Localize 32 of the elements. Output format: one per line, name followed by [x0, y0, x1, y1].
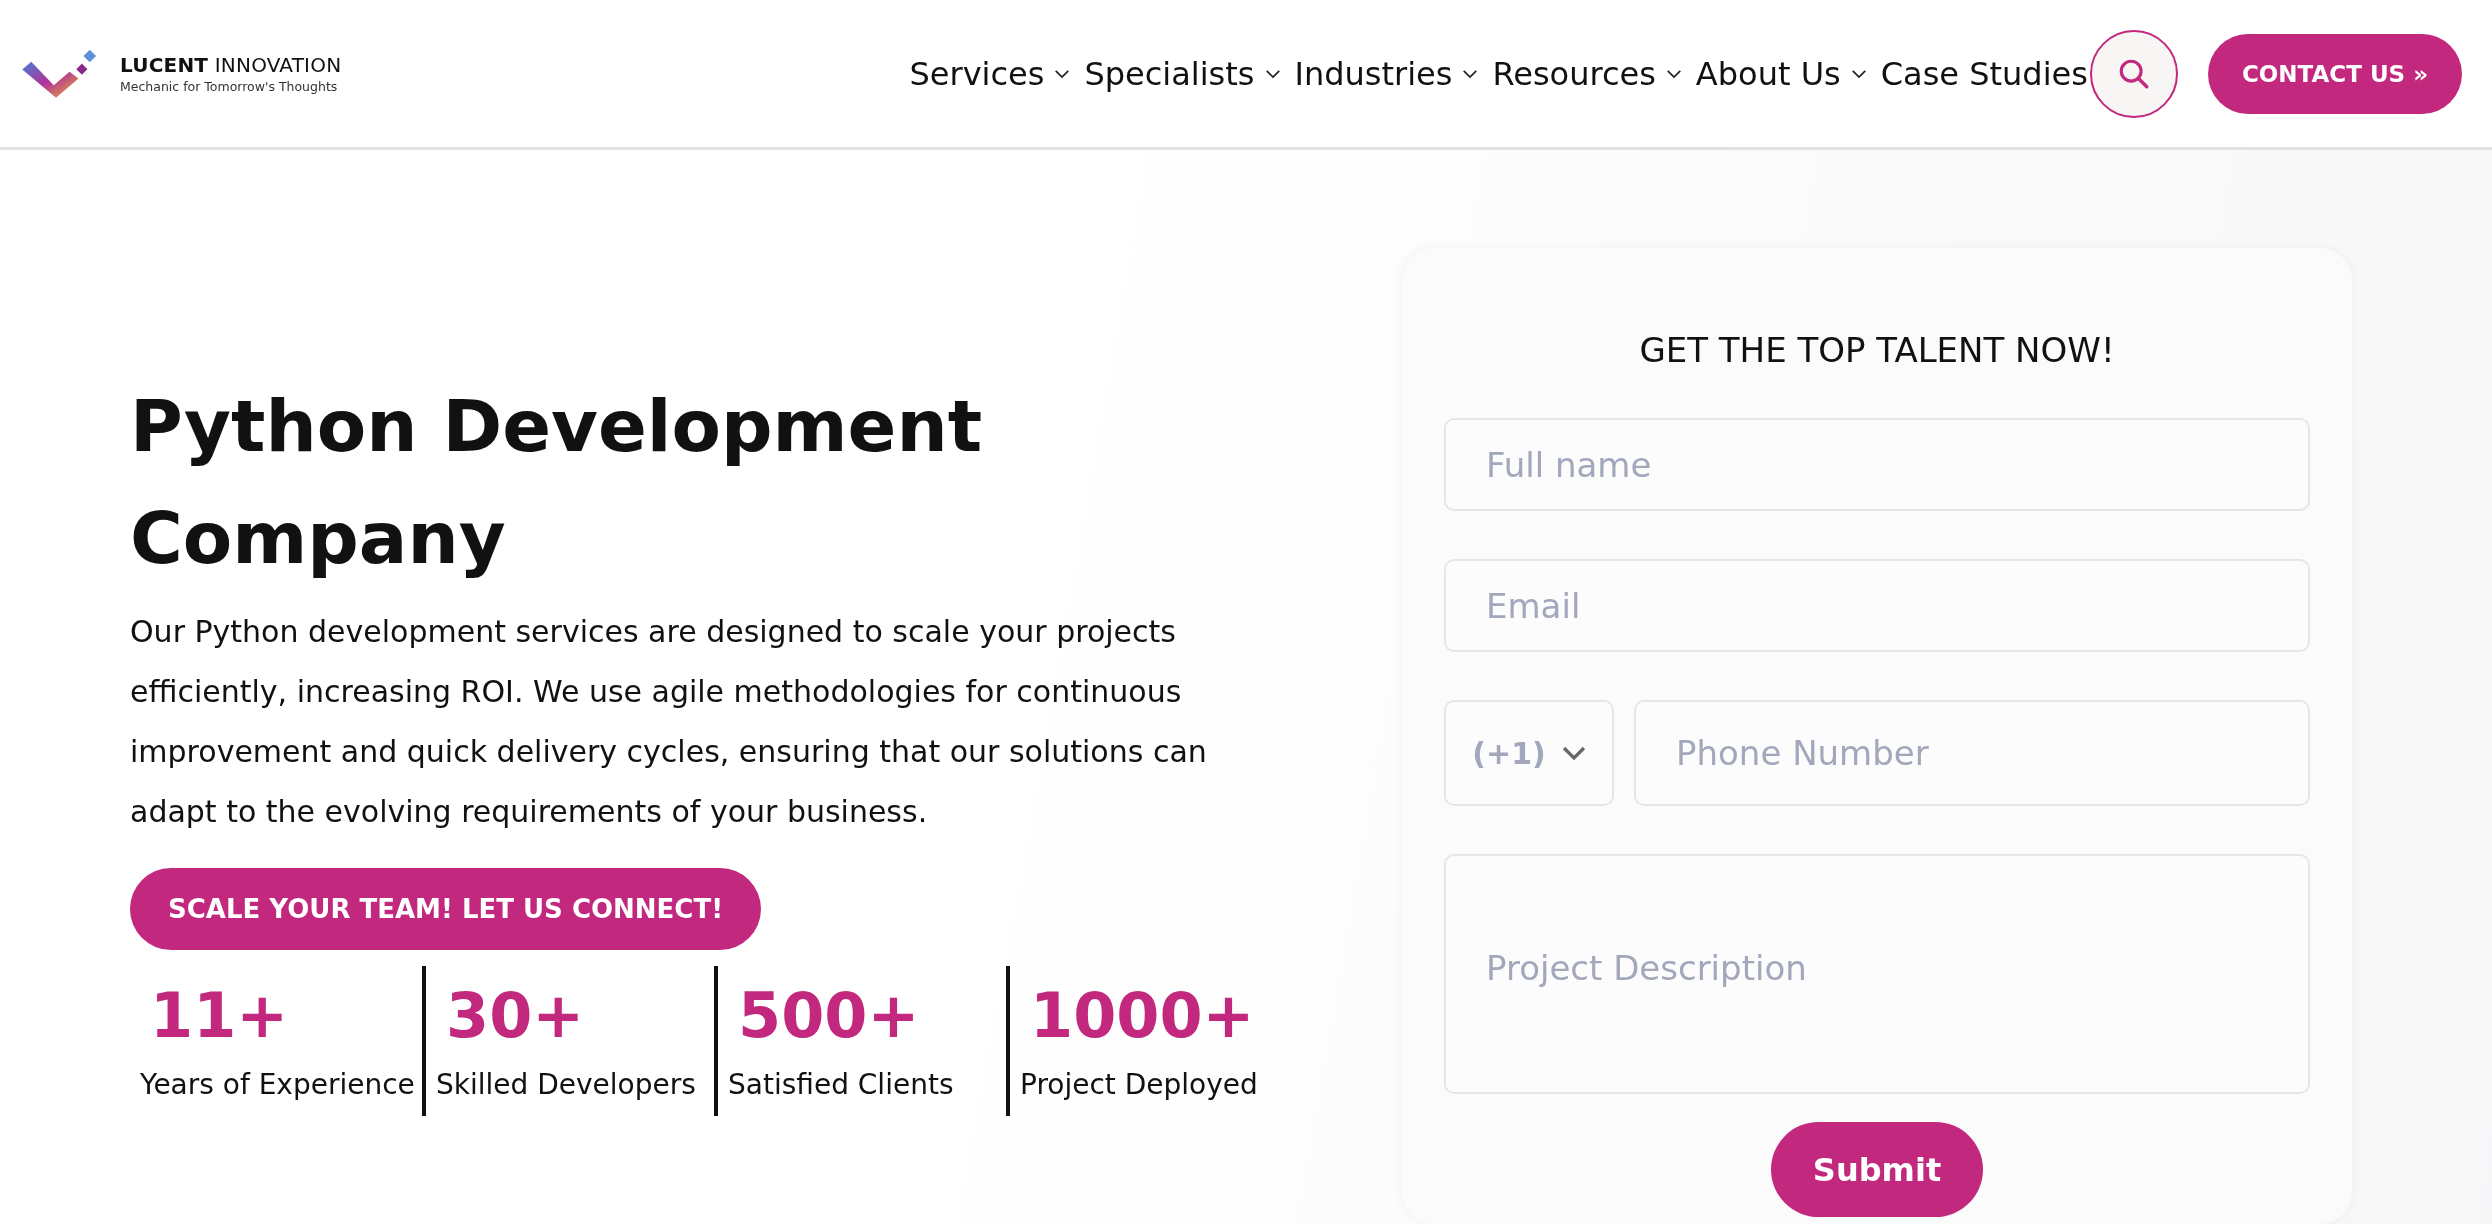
stat-value: 500+: [737, 984, 921, 1048]
chevron-down-icon: [1850, 68, 1867, 79]
description-field[interactable]: Project Description: [1444, 854, 2310, 1094]
stat-value: 30+: [445, 984, 586, 1048]
stat-label: Project Deployed: [1020, 1068, 1259, 1101]
logo-tagline: Mechanic for Tomorrow's Thoughts: [120, 79, 339, 94]
hero-description: Our Python development services are designed to scale your projects efficiently, increasing ROI. We use agile methodologies for continuous improvement and quick delivery cycles, ensuring that our solutions can adapt to the evolving requirements of your business.: [130, 613, 1208, 831]
logo-name: LUCENT INNOVATION: [120, 53, 342, 77]
email-field[interactable]: Email: [1444, 559, 2310, 652]
nav-link[interactable]: Specialists: [1084, 54, 1281, 93]
form-title: GET THE TOP TALENT NOW!: [1638, 330, 2116, 370]
stat-value: 1000+: [1029, 984, 1256, 1048]
submit-button[interactable]: Submit: [1771, 1122, 1983, 1217]
cta-button[interactable]: SCALE YOUR TEAM! LET US CONNECT!: [130, 868, 762, 950]
stat-label: Satisfied Clients: [728, 1068, 955, 1101]
chevron-down-icon: [1665, 68, 1682, 79]
name-field[interactable]: Full name: [1444, 418, 2310, 511]
hero-title: Python Development Company: [130, 383, 984, 582]
nav-link[interactable]: Resources: [1492, 54, 1682, 93]
stat-label: Years of Experience: [140, 1068, 412, 1101]
nav-link[interactable]: About Us: [1695, 54, 1867, 93]
nav-link[interactable]: Industries: [1294, 54, 1479, 93]
chevron-down-icon: [1462, 68, 1479, 79]
stat-label: Skilled Developers: [436, 1068, 697, 1101]
nav-link[interactable]: Services: [909, 54, 1071, 93]
nav-link[interactable]: Case Studies: [1880, 54, 2088, 93]
phone-field[interactable]: Phone Number: [1634, 700, 2310, 806]
contact-button[interactable]: CONTACT US »: [2207, 33, 2462, 114]
stat-value: 11+: [149, 984, 290, 1048]
chevron-down-icon: [1264, 68, 1281, 79]
chevron-down-icon: [1054, 68, 1071, 79]
chevron-down-icon: [1561, 745, 1586, 761]
